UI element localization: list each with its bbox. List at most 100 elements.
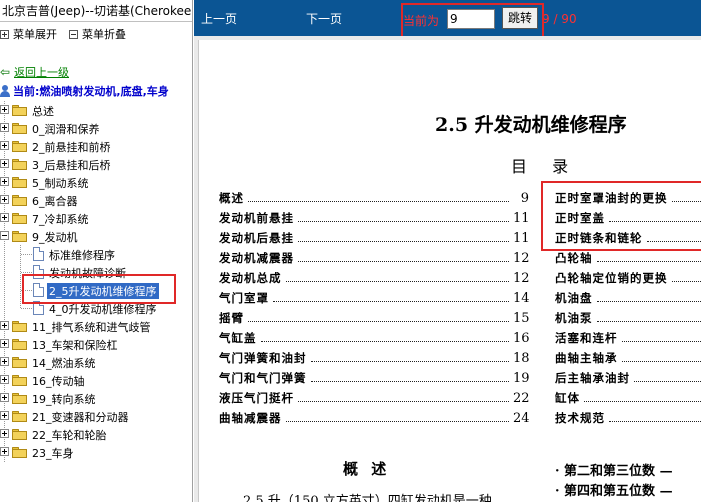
menu-expand-button[interactable]: 菜单展开 [0, 26, 57, 42]
next-page-button[interactable]: 下一页 [306, 10, 342, 27]
menu-expand-label: 菜单展开 [13, 28, 57, 41]
tree-node-1[interactable]: 0_润滑和保养 [0, 119, 192, 137]
tree-node-12[interactable]: 19_转向系统 [0, 389, 192, 407]
folder-icon [12, 122, 28, 134]
toc-entry: 凸轮轴定位销的更换 [555, 268, 701, 288]
expand-toggle-icon[interactable] [0, 123, 9, 132]
tree-node-6[interactable]: 7_冷却系统 [0, 209, 192, 227]
expand-toggle-icon[interactable] [0, 339, 9, 348]
tree-node-15[interactable]: 23_车身 [0, 443, 192, 461]
toc-entry: 曲轴减震器 24 [219, 410, 530, 426]
tree-node-label: 3_后悬挂和后桥 [32, 159, 111, 172]
folder-icon [12, 446, 28, 458]
tree-node-label: 23_车身 [32, 447, 74, 460]
document-page: 2.5 升发动机维修程序 目 录 概述 9 发动机前悬挂 11 发动机后悬挂 11 发… [198, 40, 701, 502]
expand-toggle-icon[interactable] [0, 213, 9, 222]
toc-left-column: 概述 9 发动机前悬挂 11 发动机后悬挂 11 发动机减震器 12 发动机总成 12 气… [219, 188, 530, 428]
document-viewer[interactable]: 2.5 升发动机维修程序 目 录 概述 9 发动机前悬挂 11 发动机后悬挂 11 发… [194, 36, 701, 502]
toc-heading: 目 录 [511, 157, 579, 176]
menu-collapse-button[interactable]: 菜单折叠 [69, 26, 126, 42]
tree-node-5[interactable]: 6_离合器 [0, 191, 192, 209]
folder-icon [12, 140, 28, 152]
toc-entry: 发动机总成 12 [219, 270, 530, 286]
plus-box-icon [0, 29, 9, 39]
tree-node-label: 2_前悬挂和前桥 [32, 141, 111, 154]
tree-node-label: 13_车架和保险杠 [32, 339, 118, 352]
tree-node-7[interactable]: 9_发动机 [0, 227, 192, 245]
tree-node-9[interactable]: 13_车架和保险杠 [0, 335, 192, 353]
tree-node-label: 5_制动系统 [32, 177, 89, 190]
tree-node-14[interactable]: 22_车轮和轮胎 [0, 425, 192, 443]
tree-node-label: 16_传动轴 [32, 375, 85, 388]
body-text: 2.5 升（150 立方英寸）四缸发动机是一种 [243, 494, 492, 502]
user-icon [0, 85, 10, 97]
toc-entry: 活塞和连杆 [555, 328, 701, 348]
toc-entry: 凸轮轴 [555, 248, 701, 268]
highlight-box [541, 181, 701, 251]
toc-entry: 发动机前悬挂 11 [219, 210, 530, 226]
tree-node-label: 19_转向系统 [32, 393, 96, 406]
bullet-text: · 第四和第五位数 — [555, 484, 673, 499]
folder-icon [12, 428, 28, 440]
folder-icon [12, 410, 28, 422]
toc-entry: 技术规范 [555, 408, 701, 428]
expand-toggle-icon[interactable] [0, 357, 9, 366]
tree-node-0[interactable]: 总述 [0, 101, 192, 119]
highlight-box [22, 274, 176, 304]
minus-box-icon [69, 29, 78, 39]
tree-node-10[interactable]: 14_燃油系统 [0, 353, 192, 371]
toc-entry: 气门弹簧和油封 18 [219, 350, 530, 366]
expand-toggle-icon[interactable] [0, 321, 9, 330]
tree-node-label: 总述 [32, 105, 54, 118]
back-link[interactable]: 返回上一级 [14, 64, 69, 80]
section-heading: 概 述 [343, 460, 391, 478]
tree-node-3[interactable]: 3_后悬挂和后桥 [0, 155, 192, 173]
tree-node-8[interactable]: 11_排气系统和进气歧管 [0, 317, 192, 335]
expand-toggle-icon[interactable] [0, 195, 9, 204]
current-location: 当前:燃油喷射发动机,底盘,车身 [0, 83, 169, 99]
tree-leaf-0[interactable]: 标准维修程序 [0, 245, 192, 263]
tree-node-label: 0_润滑和保养 [32, 123, 100, 136]
tree-node-label: 14_燃油系统 [32, 357, 96, 370]
folder-icon [12, 176, 28, 188]
tree-node-label: 9_发动机 [32, 231, 78, 244]
toc-entry: 后主轴承油封 [555, 368, 701, 388]
expand-toggle-icon[interactable] [0, 375, 9, 384]
prev-page-button[interactable]: 上一页 [201, 10, 237, 27]
toc-entry: 机油盘 [555, 288, 701, 308]
toc-entry: 液压气门挺杆 22 [219, 390, 530, 406]
toc-entry: 机油泵 [555, 308, 701, 328]
panel-title: 北京吉普(Jeep)--切诺基(Cherokee) [0, 0, 192, 22]
folder-icon [12, 338, 28, 350]
expand-toggle-icon[interactable] [0, 393, 9, 402]
folder-open-icon [12, 230, 28, 242]
tree-node-13[interactable]: 21_变速器和分动器 [0, 407, 192, 425]
expand-toggle-icon[interactable] [0, 141, 9, 150]
tree-node-label: 22_车轮和轮胎 [32, 429, 107, 442]
tree-node-11[interactable]: 16_传动轴 [0, 371, 192, 389]
toc-entry: 发动机减震器 12 [219, 250, 530, 266]
expand-toggle-icon[interactable] [0, 159, 9, 168]
expand-toggle-icon[interactable] [0, 177, 9, 186]
page-count: 9 / 90 [542, 12, 577, 26]
tree-leaf-label: 标准维修程序 [49, 249, 115, 262]
expand-toggle-icon[interactable] [0, 447, 9, 456]
folder-icon [12, 194, 28, 206]
folder-icon [12, 392, 28, 404]
collapse-toggle-icon[interactable] [0, 231, 9, 240]
expand-toggle-icon[interactable] [0, 105, 9, 114]
toc-entry: 气缸盖 16 [219, 330, 530, 346]
expand-toggle-icon[interactable] [0, 429, 9, 438]
menu-collapse-label: 菜单折叠 [82, 28, 126, 41]
tree-node-4[interactable]: 5_制动系统 [0, 173, 192, 191]
tree-node-label: 7_冷却系统 [32, 213, 89, 226]
tree-node-2[interactable]: 2_前悬挂和前桥 [0, 137, 192, 155]
tree-node-label: 11_排气系统和进气歧管 [32, 321, 151, 334]
tree-node-label: 6_离合器 [32, 195, 78, 208]
navigation-panel: 北京吉普(Jeep)--切诺基(Cherokee) 菜单展开 菜单折叠 ⇦ 返回… [0, 0, 193, 502]
toc-entry: 发动机后悬挂 11 [219, 230, 530, 246]
toc-entry: 概述 9 [219, 190, 529, 206]
expand-toggle-icon[interactable] [0, 411, 9, 420]
document-title: 2.5 升发动机维修程序 [435, 114, 627, 136]
current-location-label: 当前:燃油喷射发动机,底盘,车身 [13, 85, 169, 98]
